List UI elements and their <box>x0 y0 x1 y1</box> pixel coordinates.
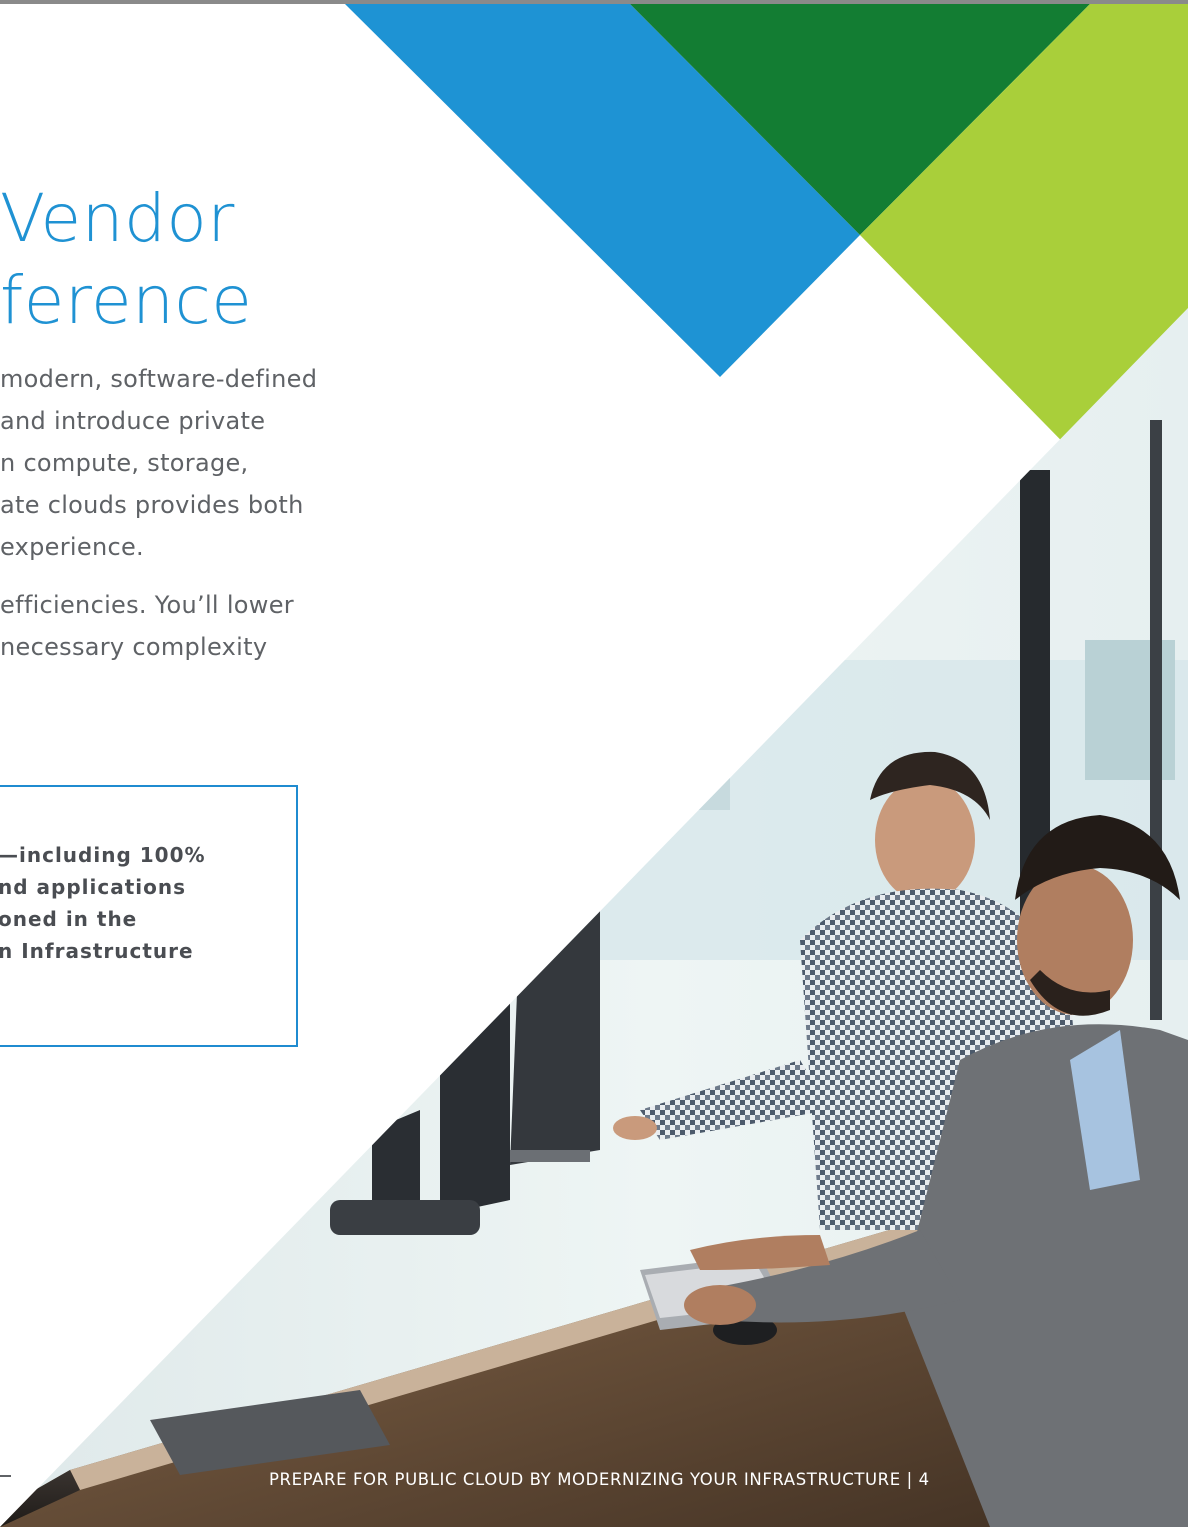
body-line: experience. <box>0 533 144 561</box>
page-title-line-1: Vendor <box>0 180 235 257</box>
brochure-page: Vendor ference modern, software-defined … <box>0 0 1188 1527</box>
page-footer: PREPARE FOR PUBLIC CLOUD BY MODERNIZING … <box>269 1470 930 1489</box>
callout-line: nd applications <box>0 875 187 899</box>
body-line: efficiencies. You’ll lower <box>0 591 294 619</box>
page-title-line-2: ference <box>0 262 253 339</box>
body-line: modern, software-defined <box>0 365 318 393</box>
body-line: n compute, storage, <box>0 449 249 477</box>
body-line: ate clouds provides both <box>0 491 304 519</box>
body-line: necessary complexity <box>0 633 268 661</box>
callout-line: oned in the <box>0 907 138 931</box>
body-line: and introduce private <box>0 407 266 435</box>
callout-line: —including 100% <box>0 843 206 867</box>
callout-line: n Infrastructure <box>0 939 194 963</box>
callout-box: —including 100% nd applications oned in … <box>0 785 298 1047</box>
footnote-dash <box>0 1475 11 1477</box>
